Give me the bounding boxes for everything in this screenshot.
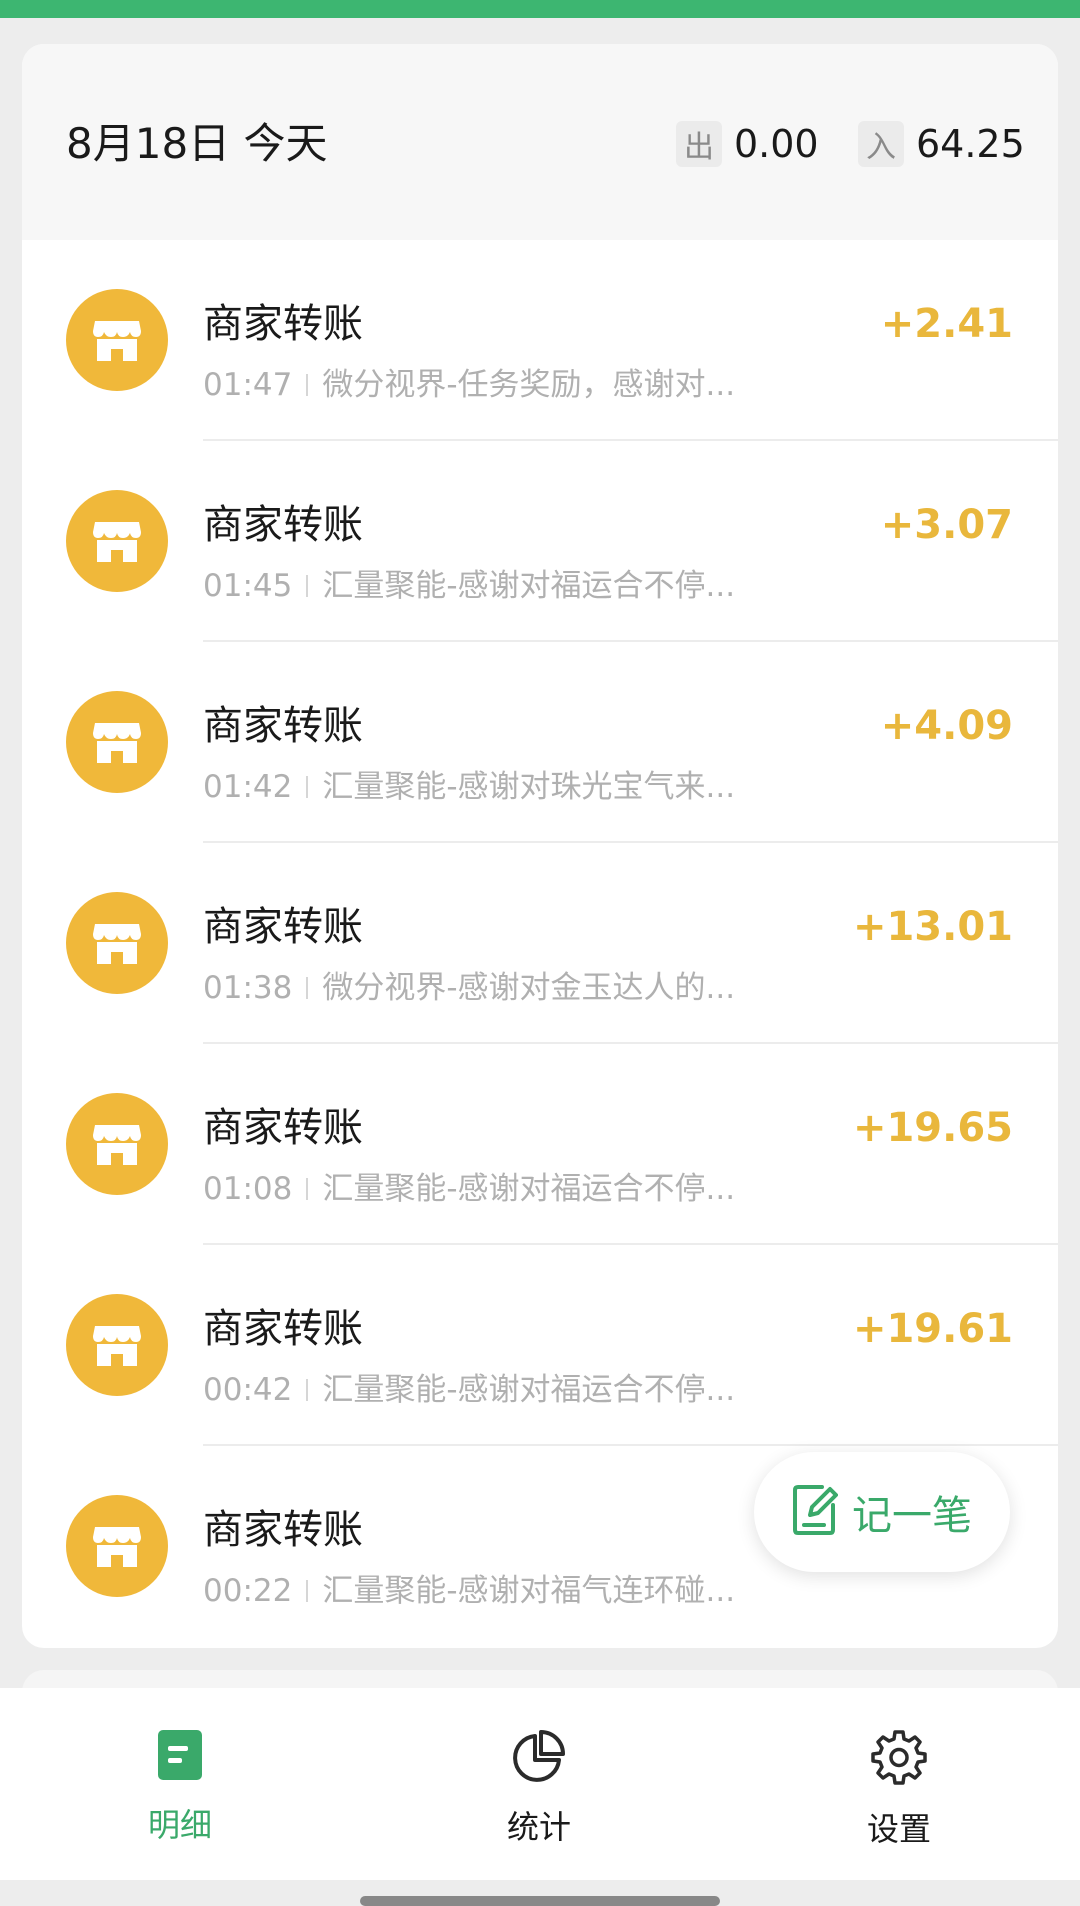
shop-icon <box>66 691 168 793</box>
transaction-time: 01:42 <box>203 769 293 805</box>
transaction-amount: +4.09 <box>880 703 1013 749</box>
meta-separator <box>306 575 309 597</box>
shop-icon <box>66 1093 168 1195</box>
transaction-desc: 汇量聚能-感谢对福运合不停... <box>322 1372 736 1408</box>
transaction-meta: 00:22 汇量聚能-感谢对福气连环碰... <box>203 1570 735 1612</box>
document-icon <box>156 1728 204 1786</box>
top-accent-bar <box>0 0 1080 18</box>
transaction-time: 00:42 <box>203 1372 293 1408</box>
day-date-label: 8月18日 今天 <box>66 119 328 168</box>
transaction-desc: 微分视界-任务奖励，感谢对... <box>322 367 736 403</box>
expense-summary: 出 0.00 <box>676 118 819 170</box>
meta-separator <box>306 1178 309 1200</box>
shop-icon <box>66 1294 168 1396</box>
shop-icon <box>66 892 168 994</box>
transaction-meta: 00:42 汇量聚能-感谢对福运合不停... <box>203 1369 735 1411</box>
pie-chart-icon <box>511 1728 567 1788</box>
transaction-amount: +19.65 <box>852 1105 1013 1151</box>
gear-icon <box>870 1728 928 1790</box>
transaction-amount: +19.61 <box>852 1306 1013 1352</box>
meta-separator <box>306 374 309 396</box>
transaction-title: 商家转账 <box>203 502 363 548</box>
tab-settings[interactable]: 设置 <box>799 1728 999 1850</box>
shop-icon <box>66 490 168 592</box>
tab-details[interactable]: 明细 <box>80 1728 280 1846</box>
transaction-meta: 01:47 微分视界-任务奖励，感谢对... <box>203 364 735 406</box>
meta-separator <box>306 977 309 999</box>
tab-settings-label: 设置 <box>866 1810 931 1848</box>
transaction-time: 01:47 <box>203 367 293 403</box>
transaction-time: 01:38 <box>203 970 293 1006</box>
transaction-meta: 01:45 汇量聚能-感谢对福运合不停... <box>203 565 735 607</box>
transaction-time: 01:45 <box>203 568 293 604</box>
income-tag: 入 <box>858 121 904 167</box>
income-total: 64.25 <box>916 122 1025 166</box>
transaction-desc: 微分视界-感谢对金玉达人的... <box>322 970 736 1006</box>
tab-statistics[interactable]: 统计 <box>439 1728 639 1848</box>
transaction-meta: 01:08 汇量聚能-感谢对福运合不停... <box>203 1168 735 1210</box>
transaction-title: 商家转账 <box>203 904 363 950</box>
expense-tag: 出 <box>676 121 722 167</box>
transaction-list: 商家转账 01:47 微分视界-任务奖励，感谢对... +2.41 商家转账 01… <box>22 240 1058 1647</box>
home-indicator <box>360 1896 720 1906</box>
transaction-desc: 汇量聚能-感谢对福运合不停... <box>322 568 736 604</box>
add-record-label: 记一笔 <box>852 1493 972 1539</box>
shop-icon <box>66 289 168 391</box>
transaction-title: 商家转账 <box>203 1507 363 1553</box>
meta-separator <box>306 1379 309 1401</box>
transaction-meta: 01:42 汇量聚能-感谢对珠光宝气来... <box>203 766 735 808</box>
add-record-button[interactable]: 记一笔 <box>754 1452 1010 1572</box>
transaction-row[interactable]: 商家转账 01:38 微分视界-感谢对金玉达人的... +13.01 <box>22 843 1058 1044</box>
transaction-desc: 汇量聚能-感谢对福气连环碰... <box>322 1573 736 1609</box>
transaction-amount: +2.41 <box>880 301 1013 347</box>
transaction-row[interactable]: 商家转账 01:08 汇量聚能-感谢对福运合不停... +19.65 <box>22 1044 1058 1245</box>
day-summary-header: 8月18日 今天 出 0.00 入 64.25 <box>22 44 1058 240</box>
transaction-row[interactable]: 商家转账 01:42 汇量聚能-感谢对珠光宝气来... +4.09 <box>22 642 1058 843</box>
expense-total: 0.00 <box>734 122 819 166</box>
transaction-amount: +3.07 <box>880 502 1013 548</box>
transaction-row[interactable]: 商家转账 01:45 汇量聚能-感谢对福运合不停... +3.07 <box>22 441 1058 642</box>
bottom-navigation: 明细 统计 设置 <box>0 1688 1080 1880</box>
transaction-desc: 汇量聚能-感谢对福运合不停... <box>322 1171 736 1207</box>
income-summary: 入 64.25 <box>858 118 1025 170</box>
tab-statistics-label: 统计 <box>506 1808 571 1846</box>
tab-details-label: 明细 <box>147 1806 212 1844</box>
meta-separator <box>306 776 309 798</box>
transaction-row[interactable]: 商家转账 01:47 微分视界-任务奖励，感谢对... +2.41 <box>22 240 1058 441</box>
transaction-desc: 汇量聚能-感谢对珠光宝气来... <box>322 769 736 805</box>
transaction-title: 商家转账 <box>203 1105 363 1151</box>
transaction-title: 商家转账 <box>203 703 363 749</box>
shop-icon <box>66 1495 168 1597</box>
edit-note-icon <box>792 1483 838 1541</box>
transactions-card: 8月18日 今天 出 0.00 入 64.25 商家转账 01:47 微分视界-任… <box>22 44 1058 1648</box>
meta-separator <box>306 1580 309 1602</box>
transaction-row[interactable]: 商家转账 00:42 汇量聚能-感谢对福运合不停... +19.61 <box>22 1245 1058 1446</box>
transaction-title: 商家转账 <box>203 1306 363 1352</box>
transaction-amount: +13.01 <box>852 904 1013 950</box>
transaction-meta: 01:38 微分视界-感谢对金玉达人的... <box>203 967 735 1009</box>
transaction-time: 00:22 <box>203 1573 293 1609</box>
transaction-time: 01:08 <box>203 1171 293 1207</box>
transaction-title: 商家转账 <box>203 301 363 347</box>
